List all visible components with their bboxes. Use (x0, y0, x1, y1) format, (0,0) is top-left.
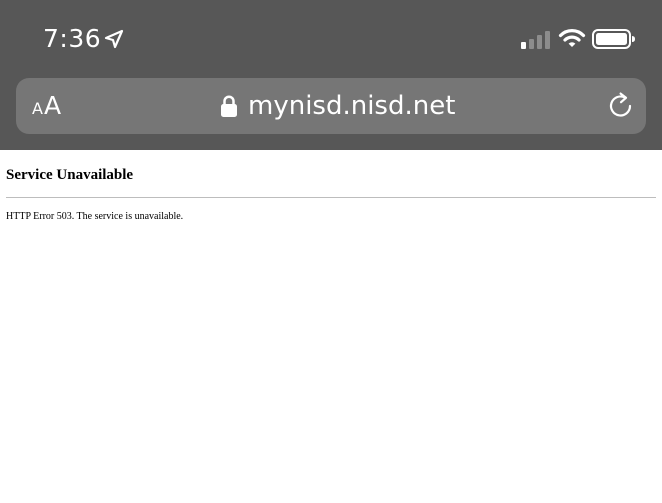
wifi-icon (558, 29, 586, 47)
cellular-signal-icon (521, 31, 550, 49)
page-title: Service Unavailable (6, 167, 134, 183)
reader-mode-button[interactable]: A A (32, 90, 61, 122)
url-field[interactable]: mynisd.nisd.net (220, 88, 455, 124)
reload-icon[interactable] (606, 91, 636, 121)
page-content: Service Unavailable HTTP Error 503. The … (0, 150, 662, 503)
error-message: HTTP Error 503. The service is unavailab… (6, 211, 184, 222)
url-text: mynisd.nisd.net (248, 91, 456, 121)
lock-icon (221, 95, 237, 117)
location-arrow-icon (104, 29, 124, 49)
address-bar[interactable]: A A mynisd.nisd.net (16, 78, 646, 134)
status-time: 7:36 (43, 24, 102, 53)
battery-icon (592, 29, 635, 49)
status-bar: 7:36 (0, 0, 662, 72)
title-divider (6, 197, 656, 198)
reader-small-a: A (32, 99, 43, 118)
reader-large-a: A (43, 91, 62, 120)
browser-chrome: 7:36 A A mynisd.nisd.net (0, 0, 662, 150)
